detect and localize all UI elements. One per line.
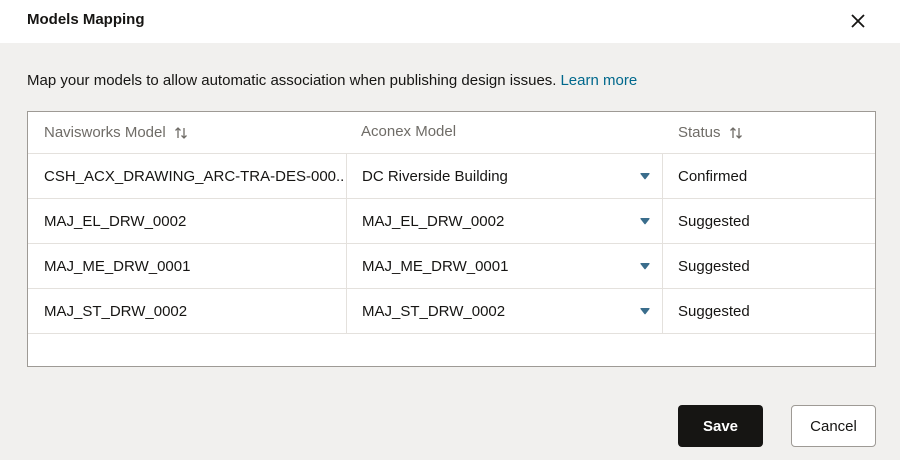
- table-row: MAJ_ME_DRW_0001 MAJ_ME_DRW_0001 Suggeste…: [28, 244, 875, 289]
- models-table: Navisworks Model Aconex Model Status CSH…: [27, 111, 876, 367]
- aconex-model-value: MAJ_EL_DRW_0002: [362, 212, 505, 230]
- column-header-status[interactable]: Status: [678, 124, 743, 141]
- navisworks-model-cell: MAJ_ST_DRW_0002: [44, 302, 188, 320]
- table-row: MAJ_EL_DRW_0002 MAJ_EL_DRW_0002 Suggeste…: [28, 199, 875, 244]
- navisworks-model-cell: MAJ_EL_DRW_0002: [44, 212, 187, 230]
- intro-text: Map your models to allow automatic assoc…: [27, 72, 637, 89]
- aconex-model-dropdown[interactable]: MAJ_ST_DRW_0002: [346, 289, 663, 333]
- cancel-button[interactable]: Cancel: [791, 405, 876, 447]
- caret-down-icon: [640, 218, 650, 225]
- column-header-navisworks-label: Navisworks Model: [44, 124, 166, 141]
- caret-down-icon: [640, 173, 650, 180]
- aconex-model-value: DC Riverside Building: [362, 167, 508, 185]
- caret-down-icon: [640, 308, 650, 315]
- dialog-header: Models Mapping: [0, 0, 900, 43]
- status-cell: Suggested: [678, 302, 750, 320]
- table-header: Navisworks Model Aconex Model Status: [28, 112, 875, 154]
- sort-icon: [174, 126, 187, 139]
- caret-down-icon: [640, 263, 650, 270]
- status-cell: Suggested: [678, 257, 750, 275]
- sort-icon: [729, 126, 742, 139]
- column-header-aconex-label: Aconex Model: [361, 123, 457, 140]
- status-cell: Suggested: [678, 212, 750, 230]
- aconex-model-dropdown[interactable]: DC Riverside Building: [346, 154, 663, 198]
- intro-description: Map your models to allow automatic assoc…: [27, 72, 557, 89]
- aconex-model-dropdown[interactable]: MAJ_EL_DRW_0002: [346, 199, 663, 243]
- save-button[interactable]: Save: [678, 405, 763, 447]
- status-cell: Confirmed: [678, 167, 748, 185]
- aconex-model-value: MAJ_ST_DRW_0002: [362, 302, 506, 320]
- dialog-title: Models Mapping: [27, 11, 145, 28]
- close-button[interactable]: [846, 9, 870, 33]
- learn-more-link[interactable]: Learn more: [560, 72, 637, 89]
- aconex-model-value: MAJ_ME_DRW_0001: [362, 257, 509, 275]
- column-header-status-label: Status: [678, 124, 721, 141]
- table-row: MAJ_ST_DRW_0002 MAJ_ST_DRW_0002 Suggeste…: [28, 289, 875, 334]
- column-header-aconex: Aconex Model: [361, 123, 456, 140]
- column-header-navisworks[interactable]: Navisworks Model: [44, 124, 188, 141]
- navisworks-model-cell: CSH_ACX_DRAWING_ARC-TRA-DES-000...: [44, 167, 344, 185]
- navisworks-model-cell: MAJ_ME_DRW_0001: [44, 257, 191, 275]
- aconex-model-dropdown[interactable]: MAJ_ME_DRW_0001: [346, 244, 663, 288]
- close-icon: [851, 14, 865, 28]
- table-row: CSH_ACX_DRAWING_ARC-TRA-DES-000... DC Ri…: [28, 154, 875, 199]
